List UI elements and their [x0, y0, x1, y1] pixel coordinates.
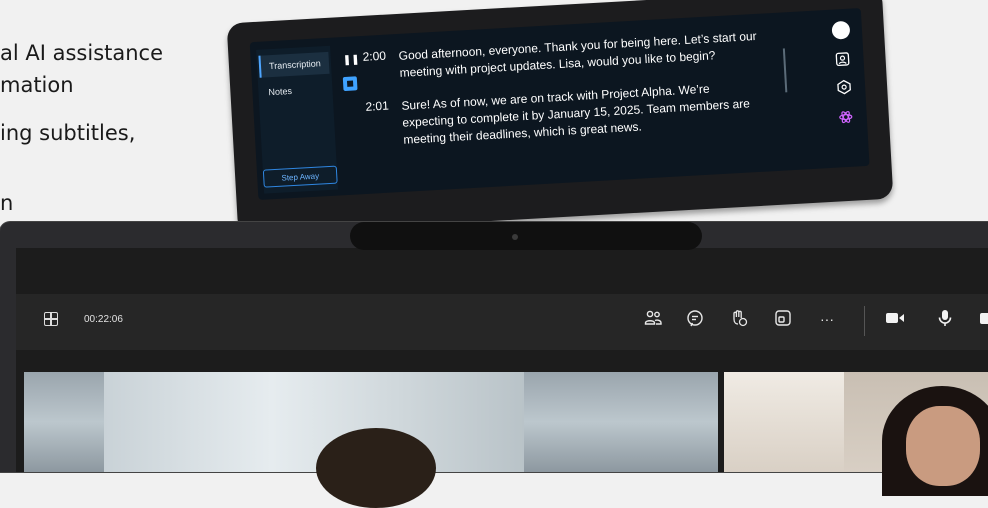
- toolbar-divider: [864, 306, 865, 336]
- webcam-bar: [350, 222, 702, 250]
- hexagon-settings-icon[interactable]: [835, 79, 854, 98]
- bookshelf-background: [724, 372, 844, 472]
- meeting-toolbar: 00:22:06 ···: [16, 294, 988, 350]
- tab-notes[interactable]: Notes: [260, 78, 331, 104]
- camera-icon[interactable]: [884, 308, 906, 330]
- tab-transcription[interactable]: Transcription: [258, 51, 330, 78]
- more-icon[interactable]: ···: [816, 308, 838, 330]
- copy-line-3: ing subtitles,: [0, 121, 136, 145]
- window-background: [104, 372, 524, 472]
- main-video-tile: [24, 372, 718, 508]
- secondary-video-tile: [724, 372, 988, 496]
- transcript-time: 2:00: [362, 48, 387, 64]
- pause-icon[interactable]: ❚❚: [343, 54, 360, 66]
- ai-flower-icon[interactable]: [836, 109, 855, 128]
- transcript-time: 2:01: [365, 98, 390, 114]
- contact-card-icon[interactable]: [833, 51, 852, 70]
- side-nav: Transcription Notes Step Away: [256, 45, 339, 194]
- copy-line-1: al AI assistance: [0, 41, 164, 65]
- secondary-screen: Transcription Notes Step Away ❚❚ 2:00 Go…: [249, 8, 870, 200]
- webcam-lens: [512, 234, 518, 240]
- share-tray-icon[interactable]: [978, 308, 988, 330]
- share-screen-icon[interactable]: [772, 308, 794, 330]
- stop-button[interactable]: [342, 76, 358, 92]
- microphone-icon[interactable]: [934, 308, 956, 330]
- raise-hand-icon[interactable]: [728, 308, 750, 330]
- meeting-timer: 00:22:06: [84, 314, 123, 325]
- scrollbar[interactable]: [782, 48, 788, 93]
- notification-badge[interactable]: 43: [831, 20, 851, 40]
- secondary-display: Transcription Notes Step Away ❚❚ 2:00 Go…: [226, 0, 894, 236]
- layout-grid-icon[interactable]: [44, 312, 58, 326]
- right-rail: 43: [825, 16, 863, 161]
- participant-face: [906, 406, 980, 486]
- transcript-text: Sure! As of now, we are on track with Pr…: [401, 81, 751, 147]
- people-icon[interactable]: [642, 308, 664, 330]
- participant-head: [316, 428, 436, 508]
- step-away-button[interactable]: Step Away: [262, 165, 338, 188]
- chat-icon[interactable]: [684, 308, 706, 330]
- transcript-text: Good afternoon, everyone. Thank you for …: [398, 28, 757, 80]
- copy-line-4: n: [0, 191, 14, 215]
- copy-line-2: mation: [0, 73, 74, 97]
